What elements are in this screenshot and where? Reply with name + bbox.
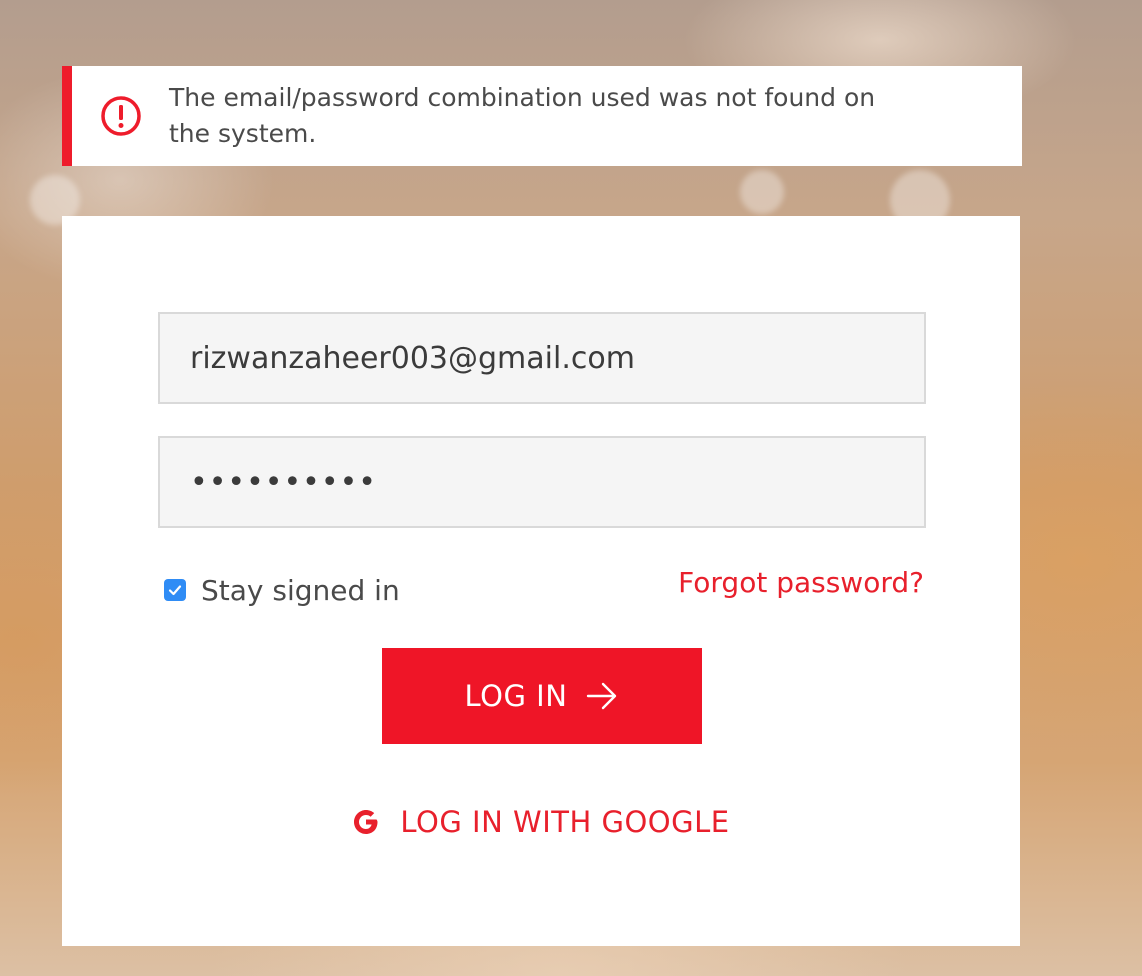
password-field[interactable] — [160, 438, 924, 526]
forgot-password-link[interactable]: Forgot password? — [678, 566, 924, 599]
password-field-container — [158, 436, 926, 528]
error-alert: The email/password combination used was … — [62, 66, 1022, 166]
email-field-container — [158, 312, 926, 404]
google-login-link[interactable]: LOG IN WITH GOOGLE — [352, 805, 729, 839]
google-login-label: LOG IN WITH GOOGLE — [400, 805, 730, 839]
stay-signed-in-label: Stay signed in — [201, 573, 400, 607]
arrow-right-icon — [587, 682, 617, 710]
stay-signed-in[interactable]: Stay signed in — [164, 572, 400, 608]
check-icon — [168, 585, 182, 596]
background-bokeh — [740, 170, 784, 214]
error-message: The email/password combination used was … — [169, 83, 876, 148]
login-card: Stay signed in Forgot password? LOG IN L… — [62, 216, 1020, 946]
google-icon — [354, 810, 378, 834]
google-login-row: LOG IN WITH GOOGLE — [62, 802, 1020, 842]
stay-signed-in-checkbox[interactable] — [164, 579, 186, 601]
login-button[interactable]: LOG IN — [382, 648, 702, 744]
exclamation-circle-icon — [101, 96, 141, 136]
email-field[interactable] — [160, 314, 924, 402]
login-button-label: LOG IN — [464, 679, 568, 713]
